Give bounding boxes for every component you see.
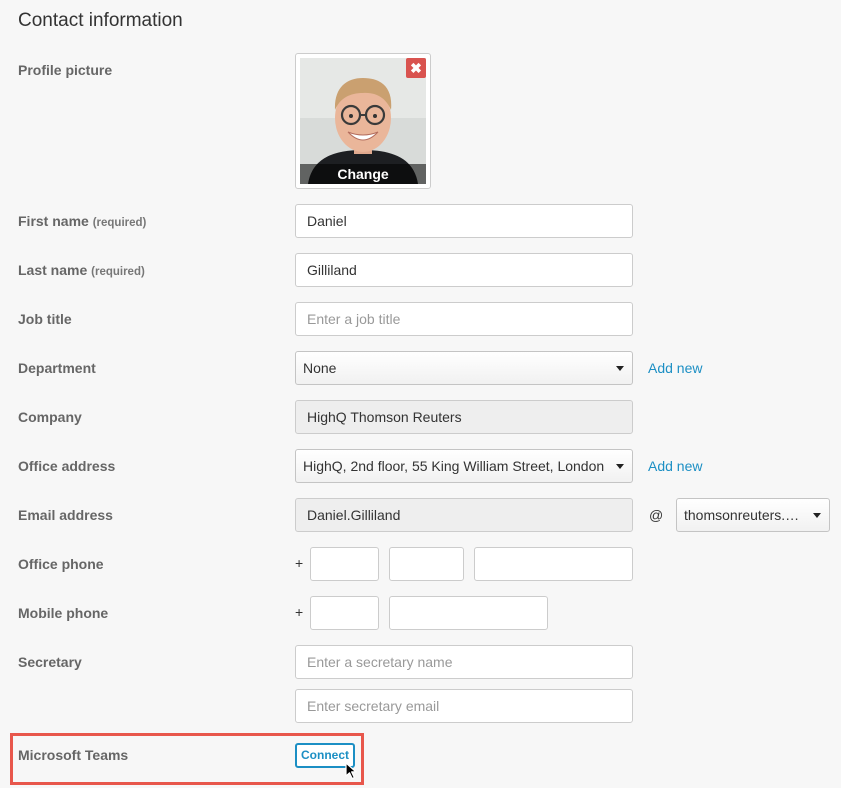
department-add-new-link[interactable]: Add new [648,360,702,376]
microsoft-teams-label: Microsoft Teams [18,747,129,763]
office-address-selected-value: HighQ, 2nd floor, 55 King William Street… [303,458,605,474]
office-address-label: Office address [18,458,116,474]
job-title-input[interactable] [295,302,633,336]
secretary-label: Secretary [18,654,82,670]
office-phone-plus: + [295,555,304,571]
secretary-name-input[interactable] [295,645,633,679]
last-name-label-text: Last name [18,262,88,278]
mobile-phone-plus: + [295,604,304,620]
email-domain-select[interactable]: thomsonreuters.com [676,498,830,532]
mobile-phone-label: Mobile phone [18,605,109,621]
mouse-pointer-icon [345,762,357,780]
company-label: Company [18,409,82,425]
close-icon: ✖ [410,60,422,76]
mobile-phone-country-code-input[interactable] [310,596,379,630]
department-select[interactable]: None [295,351,633,385]
company-field [295,400,633,434]
required-indicator: (required) [91,266,145,278]
secretary-email-input[interactable] [295,689,633,723]
first-name-label: First name (required) [18,213,146,229]
department-label: Department [18,360,96,376]
job-title-label: Job title [18,311,72,327]
chevron-down-icon [616,366,624,371]
department-selected-value: None [303,360,337,376]
office-address-add-new-link[interactable]: Add new [648,458,702,474]
office-phone-area-code-input[interactable] [389,547,464,581]
section-title: Contact information [18,10,183,31]
email-at-sign: @ [649,507,664,523]
first-name-input[interactable] [295,204,633,238]
email-domain-selected-value: thomsonreuters.com [684,507,812,523]
change-picture-button[interactable]: Change [300,164,426,184]
profile-picture-label: Profile picture [18,62,113,78]
remove-picture-button[interactable]: ✖ [406,58,426,78]
email-username-field [295,498,633,532]
office-phone-number-input[interactable] [474,547,633,581]
chevron-down-icon [813,513,821,518]
office-address-select[interactable]: HighQ, 2nd floor, 55 King William Street… [295,449,633,483]
email-address-label: Email address [18,507,113,523]
profile-picture[interactable]: Change ✖ [295,53,431,189]
office-phone-country-code-input[interactable] [310,547,379,581]
last-name-input[interactable] [295,253,633,287]
first-name-label-text: First name [18,213,89,229]
office-phone-label: Office phone [18,556,104,572]
last-name-label: Last name (required) [18,262,145,278]
chevron-down-icon [616,464,624,469]
required-indicator: (required) [92,217,147,229]
mobile-phone-number-input[interactable] [389,596,548,630]
